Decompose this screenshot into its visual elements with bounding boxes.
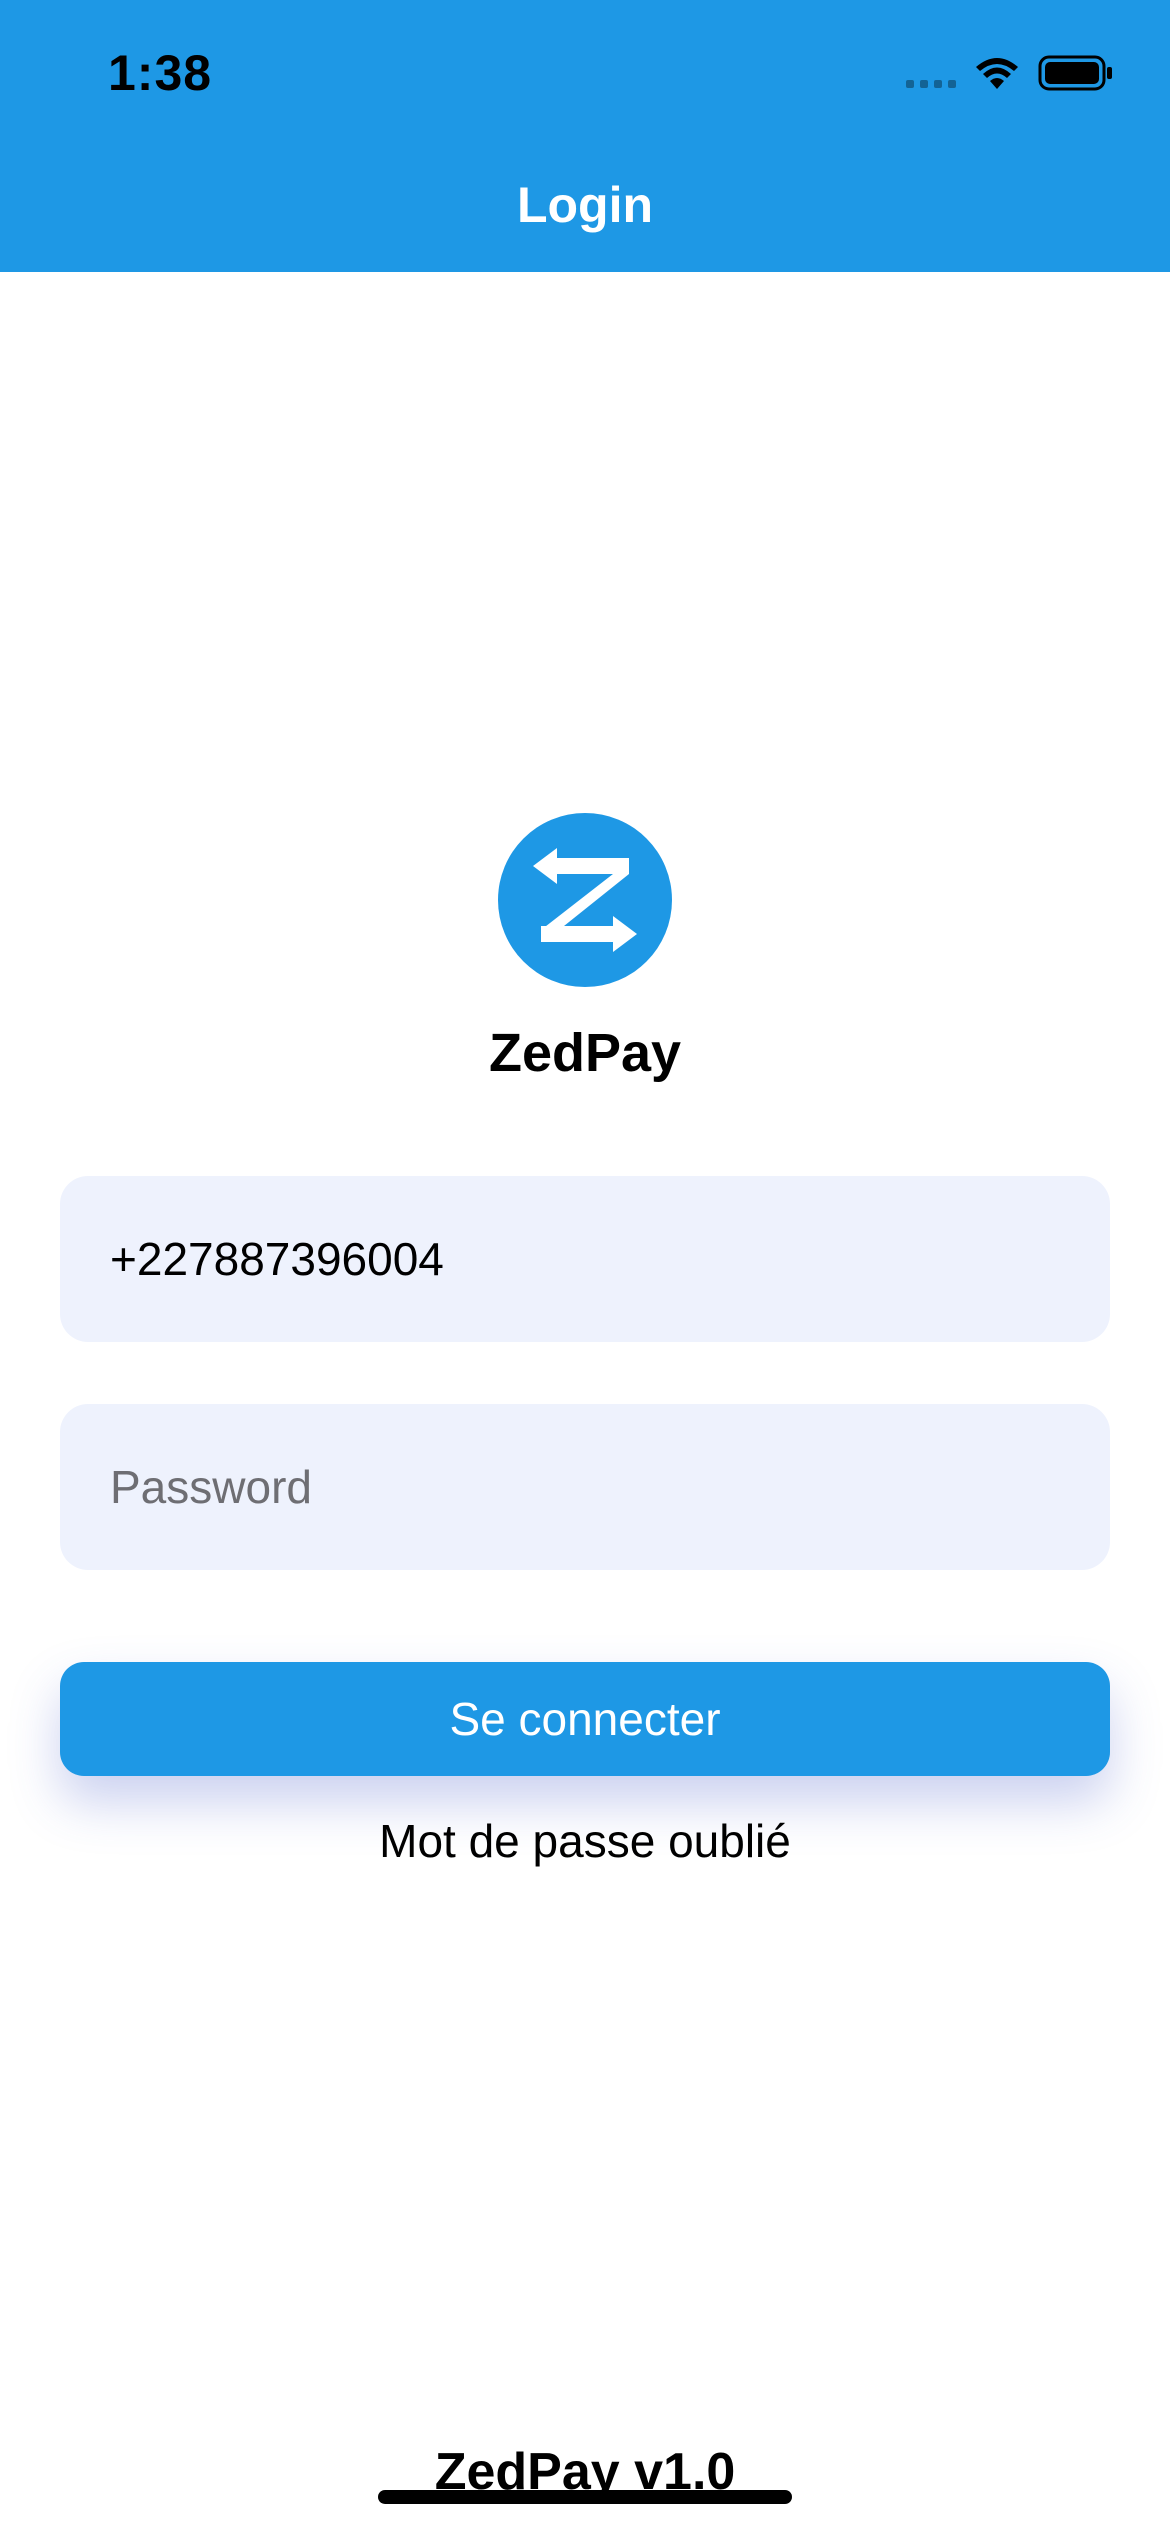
home-indicator[interactable] <box>378 2490 792 2504</box>
wifi-icon <box>976 58 1018 89</box>
brand-name: ZedPay <box>488 1023 682 1083</box>
cellular-signal-icon <box>906 58 956 88</box>
battery-icon <box>1038 55 1112 91</box>
status-time: 1:38 <box>108 45 213 101</box>
forgot-password-link[interactable]: Mot de passe oublié <box>0 1814 1170 1868</box>
phone-field[interactable] <box>60 1176 1110 1342</box>
password-input[interactable] <box>110 1460 1060 1514</box>
header-bar: 1:38 Login <box>0 0 1170 272</box>
password-field[interactable] <box>60 1404 1110 1570</box>
login-screen: 1:38 Login ZedPay +227887396004 Se conne… <box>0 0 1170 2532</box>
zedpay-logo-icon <box>498 813 672 987</box>
login-button[interactable]: Se connecter <box>60 1662 1110 1776</box>
page-title: Login <box>516 177 654 233</box>
status-icons <box>906 48 1114 98</box>
phone-input[interactable] <box>110 1232 1060 1286</box>
